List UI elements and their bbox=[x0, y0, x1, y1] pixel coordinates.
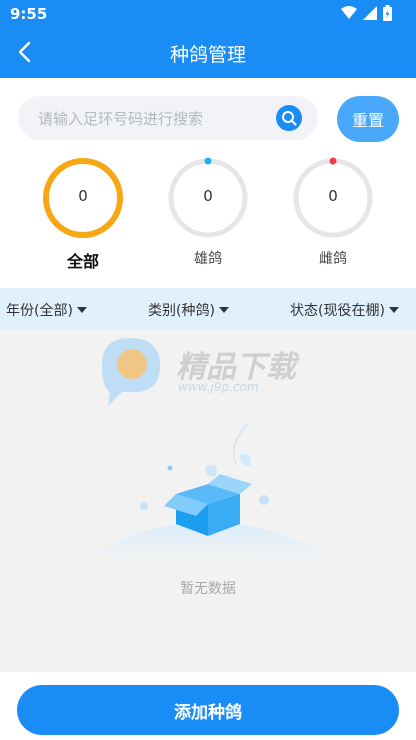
stat-male-value: 0 bbox=[203, 187, 213, 205]
empty-state-text: 暂无数据 bbox=[180, 581, 236, 597]
ring-female: 0 bbox=[291, 156, 375, 240]
stat-all-value: 0 bbox=[78, 187, 88, 205]
stat-male-label: 雄鸽 bbox=[194, 251, 222, 267]
stat-all[interactable]: 0 全部 bbox=[41, 156, 125, 272]
filter-bar: 年份(全部) 类别(种鸽) 状态(现役在棚) bbox=[0, 288, 416, 330]
signal-icon bbox=[363, 6, 377, 20]
stat-female[interactable]: 0 雌鸽 bbox=[291, 156, 375, 268]
filter-status[interactable]: 状态(现役在棚) bbox=[290, 300, 399, 320]
ring-all: 0 bbox=[41, 156, 125, 240]
search-icon[interactable] bbox=[276, 105, 302, 131]
watermark: 精品下载 www.j9p.com bbox=[96, 334, 336, 406]
search-input[interactable]: 请输入足环号码进行搜索 bbox=[18, 96, 318, 140]
stat-female-label: 雌鸽 bbox=[319, 251, 347, 267]
battery-icon bbox=[383, 5, 392, 21]
filter-year-label: 年份(全部) bbox=[6, 303, 73, 319]
stat-female-value: 0 bbox=[328, 187, 338, 205]
stat-all-label: 全部 bbox=[66, 252, 99, 271]
caret-down-icon bbox=[76, 307, 87, 313]
search-placeholder: 请输入足环号码进行搜索 bbox=[38, 110, 204, 128]
status-icons bbox=[341, 5, 392, 21]
watermark-logo-icon bbox=[102, 338, 160, 406]
empty-box-icon bbox=[83, 423, 333, 560]
caret-down-icon bbox=[388, 307, 399, 313]
filter-category[interactable]: 类别(种鸽) bbox=[148, 300, 229, 320]
page-title: 种鸽管理 bbox=[169, 44, 246, 66]
stat-male[interactable]: 0 雄鸽 bbox=[166, 156, 250, 268]
filter-status-label: 状态(现役在棚) bbox=[290, 303, 385, 319]
status-time: 9:55 bbox=[10, 5, 48, 23]
ring-male: 0 bbox=[166, 156, 250, 240]
wifi-icon bbox=[341, 6, 357, 19]
caret-down-icon bbox=[218, 307, 229, 313]
add-pigeon-button[interactable]: 添加种鸽 bbox=[17, 685, 399, 735]
filter-category-label: 类别(种鸽) bbox=[148, 303, 215, 319]
filter-year[interactable]: 年份(全部) bbox=[6, 300, 87, 320]
status-bar: 9:55 bbox=[0, 0, 416, 28]
watermark-url: www.j9p.com bbox=[178, 380, 259, 394]
reset-button[interactable]: 重置 bbox=[337, 96, 399, 142]
